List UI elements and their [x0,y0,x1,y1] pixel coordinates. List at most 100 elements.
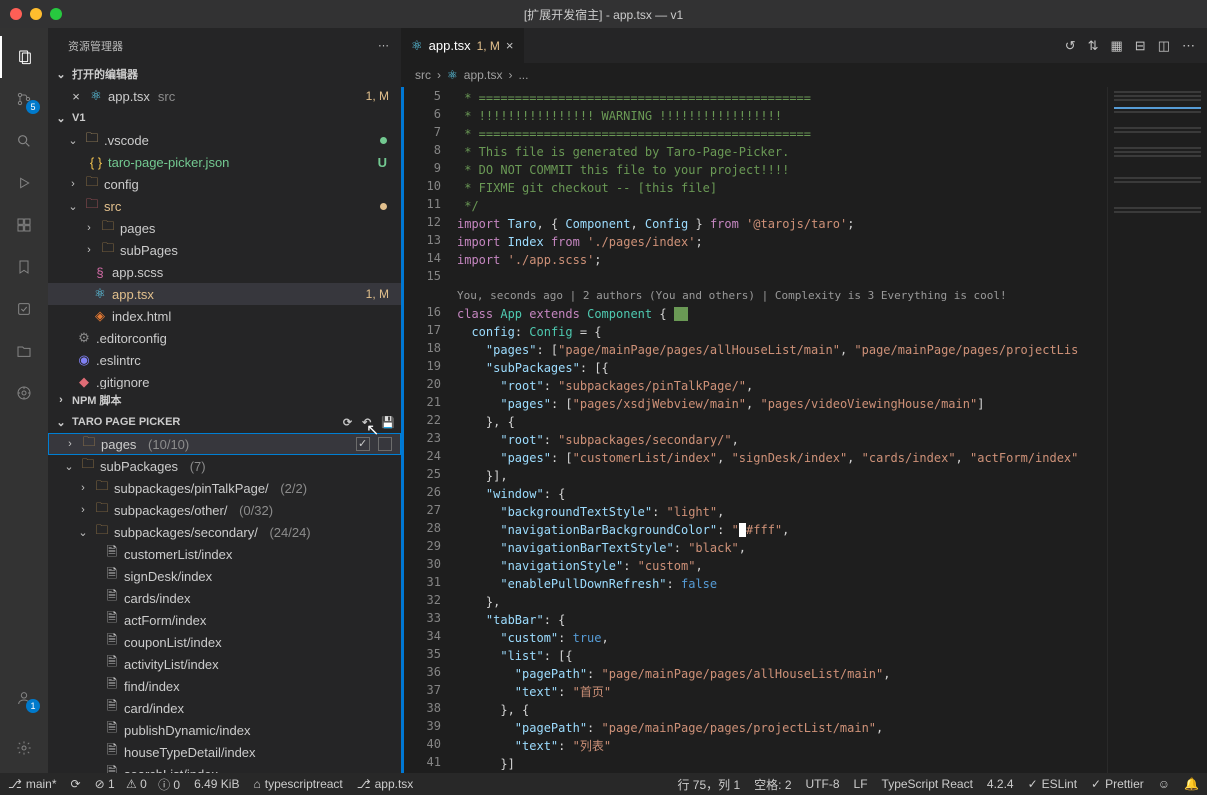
tree-file-index-html[interactable]: ◈index.html [48,305,401,327]
tree-folder-vscode[interactable]: ⌄🗀.vscode [48,129,401,151]
lang-left[interactable]: ⌂ typescriptreact [253,777,342,791]
goto-icon[interactable]: ▦ [1111,38,1123,54]
diff-icon[interactable]: ⊟ [1135,38,1146,54]
picker-page-item[interactable]: 🗎card/index [48,697,401,719]
project-name: V1 [72,112,85,124]
tree-file-taro-json[interactable]: { }taro-page-picker.jsonU [48,151,401,173]
extensions-tab[interactable] [0,204,48,246]
git-branch[interactable]: ⎇main* [8,777,57,791]
picker-page-item[interactable]: 🗎cards/index [48,587,401,609]
minimap[interactable] [1107,87,1207,773]
open-editors-section[interactable]: ⌄ 打开的编辑器 [48,63,401,85]
folder-icon: 🗀 [84,129,100,151]
editor-body[interactable]: 5678910111213141516171819202122232425262… [401,87,1207,773]
feedback-icon[interactable]: ☺ [1158,777,1170,791]
breadcrumbs[interactable]: src › ⚛ app.tsx › ... [401,63,1207,87]
notifications-icon[interactable]: 🔔 [1184,777,1199,791]
picker-page-item[interactable]: 🗎find/index [48,675,401,697]
picker-section-header[interactable]: ⌄ TARO PAGE PICKER ⟳ ↶ 💾 [48,411,401,433]
picker-pkg2-row[interactable]: ›🗀subpackages/other/ (0/32) [48,499,401,521]
picker-page-item[interactable]: 🗎customerList/index [48,543,401,565]
cursor-position[interactable]: 行 75，列 1 [677,776,740,793]
tree-file-app-scss[interactable]: §app.scss [48,261,401,283]
branch-icon: ⎇ [8,777,22,791]
picker-page-item[interactable]: 🗎actForm/index [48,609,401,631]
tab-app-tsx[interactable]: ⚛ app.tsx 1, M × [401,28,525,63]
project-section[interactable]: ⌄ V1 [48,107,401,129]
run-debug-tab[interactable] [0,162,48,204]
picker-page-item[interactable]: 🗎searchList/index [48,763,401,773]
problems-button[interactable]: ⊘ 1 ⚠ 0 ⓘ 0 [95,776,181,793]
file-left[interactable]: ⎇ app.tsx [357,777,414,791]
gitlens-tab[interactable] [0,372,48,414]
revert-icon[interactable]: ↶ [362,416,371,429]
settings-button[interactable] [0,727,48,769]
encoding[interactable]: UTF-8 [806,777,840,791]
tree-folder-subpages[interactable]: ›🗀subPages [48,239,401,261]
file-icon: 🗎 [104,675,120,697]
folder-icon: 🗀 [94,477,110,499]
breadcrumb-src[interactable]: src [415,68,431,82]
todo-tab[interactable] [0,288,48,330]
modified-dot [380,137,387,144]
picker-pkg3-row[interactable]: ⌄🗀subpackages/secondary/ (24/24) [48,521,401,543]
tree-folder-pages[interactable]: ›🗀pages [48,217,401,239]
project-manager-tab[interactable] [0,330,48,372]
eslint-status[interactable]: ✓ ESLint [1028,777,1077,791]
save-icon[interactable]: 💾 [381,416,395,429]
tree-file-gitignore[interactable]: ◆.gitignore [48,371,401,389]
prettier-status[interactable]: ✓ Prettier [1091,777,1144,791]
eol[interactable]: LF [854,777,868,791]
scm-tab[interactable]: 5 [0,78,48,120]
modified-dot [380,203,387,210]
line-gutter: 5678910111213141516171819202122232425262… [401,87,457,773]
bookmark-tab[interactable] [0,246,48,288]
history-icon[interactable]: ↺ [1065,38,1076,54]
tree-file-eslintrc[interactable]: ◉.eslintrc [48,349,401,371]
file-icon: 🗎 [104,587,120,609]
picker-page-item[interactable]: 🗎signDesk/index [48,565,401,587]
compare-icon[interactable]: ⇅ [1088,38,1099,54]
tree-file-app-tsx[interactable]: ⚛app.tsx1, M [48,283,401,305]
search-tab[interactable] [0,120,48,162]
ts-version[interactable]: 4.2.4 [987,777,1014,791]
picker-page-item[interactable]: 🗎houseTypeDetail/index [48,741,401,763]
explorer-more-icon[interactable]: ⋯ [378,39,389,52]
picker-subpackages-row[interactable]: ⌄🗀subPackages (7) [48,455,401,477]
close-window-button[interactable] [10,8,22,20]
close-icon[interactable]: × [68,89,84,104]
tree-file-editorconfig[interactable]: ⚙.editorconfig [48,327,401,349]
code-content[interactable]: * ======================================… [457,87,1107,773]
minimize-window-button[interactable] [30,8,42,20]
activity-bar: 5 1 [0,28,48,773]
accounts-button[interactable]: 1 [0,677,48,719]
picker-page-item[interactable]: 🗎activityList/index [48,653,401,675]
breadcrumb-file[interactable]: app.tsx [464,68,503,82]
language-mode[interactable]: TypeScript React [882,777,973,791]
npm-scripts-section[interactable]: › NPM 脚本 [48,389,401,411]
explorer-tab[interactable] [0,36,48,78]
picker-page-item[interactable]: 🗎publishDynamic/index [48,719,401,741]
scm-badge: 5 [26,100,40,114]
close-tab-icon[interactable]: × [506,38,514,53]
checkbox-empty[interactable] [378,437,392,451]
checkbox-checked[interactable] [356,437,370,451]
refresh-icon[interactable]: ⟳ [343,416,352,429]
tab-status: 1, M [477,39,500,53]
open-editor-item[interactable]: × ⚛ app.tsx src 1, M [48,85,401,107]
indentation[interactable]: 空格: 2 [754,776,791,793]
tabs-row: ⚛ app.tsx 1, M × ↺ ⇅ ▦ ⊟ ◫ ⋯ [401,28,1207,63]
split-icon[interactable]: ◫ [1158,38,1170,54]
maximize-window-button[interactable] [50,8,62,20]
tree-folder-src[interactable]: ⌄🗀src [48,195,401,217]
tree-folder-config[interactable]: ›🗀config [48,173,401,195]
gear-icon: ⚙ [76,330,92,346]
more-icon[interactable]: ⋯ [1182,38,1195,54]
picker-page-item[interactable]: 🗎couponList/index [48,631,401,653]
sync-button[interactable]: ⟳ [71,777,81,791]
breadcrumb-more[interactable]: ... [518,68,528,82]
picker-pkg1-row[interactable]: ›🗀subpackages/pinTalkPage/ (2/2) [48,477,401,499]
picker-pages-row[interactable]: ›🗀 pages (10/10) [48,433,401,455]
file-icon: 🗎 [104,741,120,763]
folder-icon: 🗀 [94,521,110,543]
